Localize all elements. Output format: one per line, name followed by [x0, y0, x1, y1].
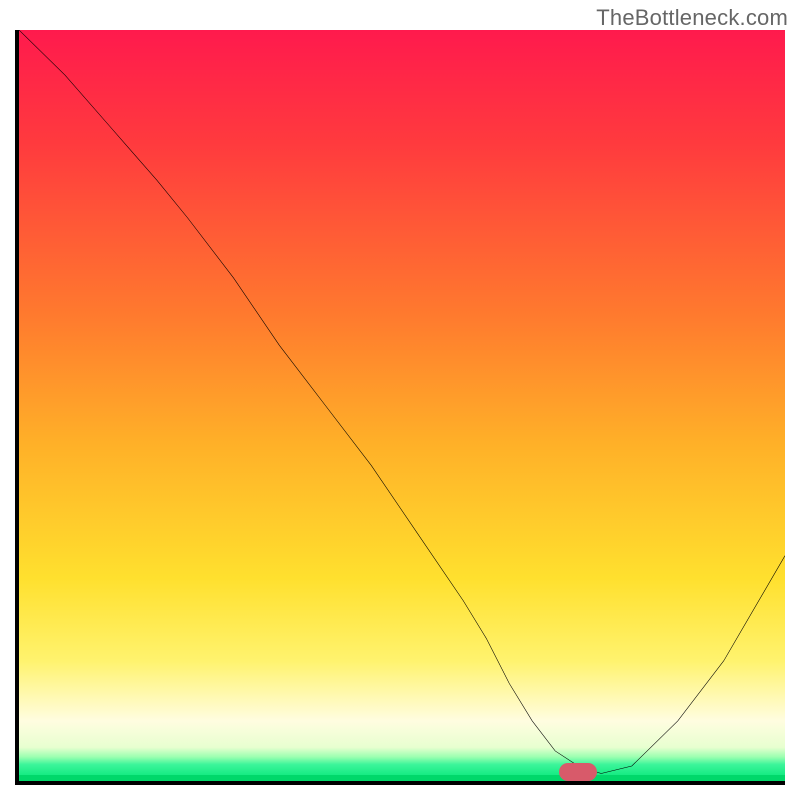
plot-area	[15, 30, 785, 785]
bottleneck-chart: TheBottleneck.com	[0, 0, 800, 800]
gradient-background	[19, 30, 785, 781]
green-bottom-strip	[19, 775, 785, 781]
watermark-text: TheBottleneck.com	[596, 5, 788, 31]
